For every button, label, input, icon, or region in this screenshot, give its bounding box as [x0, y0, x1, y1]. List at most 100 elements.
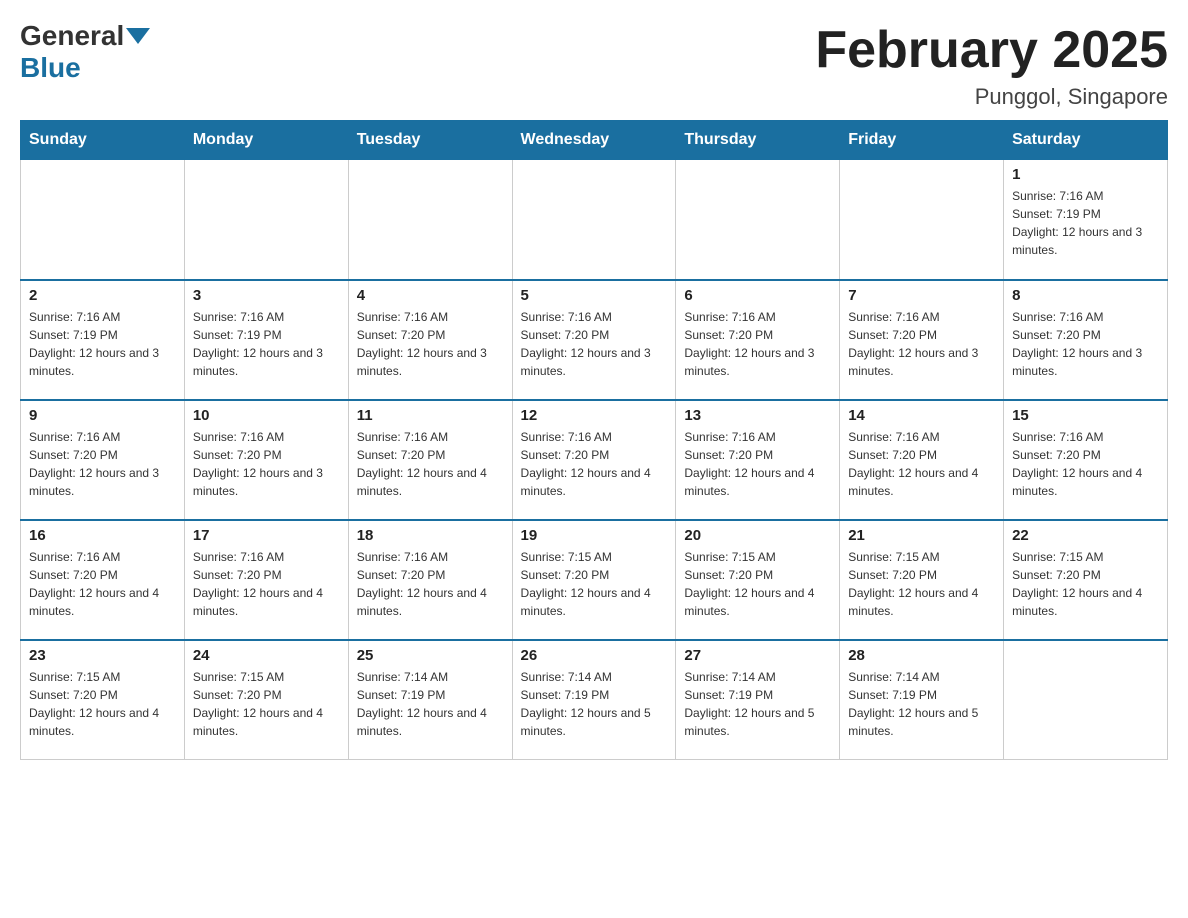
calendar-cell: 9 Sunrise: 7:16 AMSunset: 7:20 PMDaylight…	[21, 400, 185, 520]
calendar-cell: 18 Sunrise: 7:16 AMSunset: 7:20 PMDayligh…	[348, 520, 512, 640]
day-number: 10	[193, 407, 340, 424]
page-header: General Blue February 2025 Punggol, Sing…	[20, 20, 1168, 110]
day-number: 27	[684, 647, 831, 664]
day-info: Sunrise: 7:16 AMSunset: 7:20 PMDaylight:…	[357, 308, 504, 380]
day-info: Sunrise: 7:15 AMSunset: 7:20 PMDaylight:…	[1012, 548, 1159, 620]
calendar-cell: 12 Sunrise: 7:16 AMSunset: 7:20 PMDayligh…	[512, 400, 676, 520]
calendar-cell: 19 Sunrise: 7:15 AMSunset: 7:20 PMDayligh…	[512, 520, 676, 640]
day-info: Sunrise: 7:16 AMSunset: 7:19 PMDaylight:…	[1012, 187, 1159, 259]
calendar-cell: 14Sunrise: 7:16 AMSunset: 7:20 PMDayligh…	[840, 400, 1004, 520]
weekday-header-friday: Friday	[840, 121, 1004, 160]
title-section: February 2025 Punggol, Singapore	[815, 20, 1168, 110]
day-info: Sunrise: 7:16 AMSunset: 7:20 PMDaylight:…	[357, 548, 504, 620]
calendar-cell: 10 Sunrise: 7:16 AMSunset: 7:20 PMDayligh…	[184, 400, 348, 520]
week-row-5: 23 Sunrise: 7:15 AMSunset: 7:20 PMDayligh…	[21, 640, 1168, 760]
calendar-cell: 25 Sunrise: 7:14 AMSunset: 7:19 PMDayligh…	[348, 640, 512, 760]
day-number: 19	[521, 527, 668, 544]
calendar-cell: 28 Sunrise: 7:14 AMSunset: 7:19 PMDayligh…	[840, 640, 1004, 760]
logo: General Blue	[20, 20, 152, 84]
day-number: 24	[193, 647, 340, 664]
day-number: 25	[357, 647, 504, 664]
day-info: Sunrise: 7:15 AMSunset: 7:20 PMDaylight:…	[848, 548, 995, 620]
calendar-cell: 6 Sunrise: 7:16 AMSunset: 7:20 PMDaylight…	[676, 280, 840, 400]
logo-blue-text: Blue	[20, 52, 81, 83]
day-info: Sunrise: 7:16 AMSunset: 7:20 PMDaylight:…	[29, 428, 176, 500]
week-row-2: 2 Sunrise: 7:16 AMSunset: 7:19 PMDaylight…	[21, 280, 1168, 400]
calendar-cell: 26Sunrise: 7:14 AMSunset: 7:19 PMDayligh…	[512, 640, 676, 760]
day-info: Sunrise: 7:16 AMSunset: 7:20 PMDaylight:…	[684, 428, 831, 500]
calendar-cell	[184, 160, 348, 280]
weekday-header-wednesday: Wednesday	[512, 121, 676, 160]
day-number: 21	[848, 527, 995, 544]
day-info: Sunrise: 7:15 AMSunset: 7:20 PMDaylight:…	[684, 548, 831, 620]
day-number: 12	[521, 407, 668, 424]
day-info: Sunrise: 7:16 AMSunset: 7:20 PMDaylight:…	[521, 308, 668, 380]
day-info: Sunrise: 7:15 AMSunset: 7:20 PMDaylight:…	[193, 668, 340, 740]
day-info: Sunrise: 7:14 AMSunset: 7:19 PMDaylight:…	[684, 668, 831, 740]
day-number: 7	[848, 287, 995, 304]
day-info: Sunrise: 7:15 AMSunset: 7:20 PMDaylight:…	[521, 548, 668, 620]
week-row-1: 1 Sunrise: 7:16 AMSunset: 7:19 PMDaylight…	[21, 160, 1168, 280]
calendar-cell: 2 Sunrise: 7:16 AMSunset: 7:19 PMDaylight…	[21, 280, 185, 400]
day-info: Sunrise: 7:16 AMSunset: 7:20 PMDaylight:…	[193, 548, 340, 620]
day-info: Sunrise: 7:14 AMSunset: 7:19 PMDaylight:…	[521, 668, 668, 740]
day-info: Sunrise: 7:16 AMSunset: 7:20 PMDaylight:…	[193, 428, 340, 500]
day-info: Sunrise: 7:16 AMSunset: 7:19 PMDaylight:…	[29, 308, 176, 380]
week-row-4: 16 Sunrise: 7:16 AMSunset: 7:20 PMDayligh…	[21, 520, 1168, 640]
calendar-cell	[1004, 640, 1168, 760]
day-number: 9	[29, 407, 176, 424]
location: Punggol, Singapore	[815, 84, 1168, 110]
day-number: 5	[521, 287, 668, 304]
day-info: Sunrise: 7:14 AMSunset: 7:19 PMDaylight:…	[848, 668, 995, 740]
calendar-cell: 21 Sunrise: 7:15 AMSunset: 7:20 PMDayligh…	[840, 520, 1004, 640]
day-info: Sunrise: 7:16 AMSunset: 7:20 PMDaylight:…	[29, 548, 176, 620]
day-number: 28	[848, 647, 995, 664]
calendar-cell: 20Sunrise: 7:15 AMSunset: 7:20 PMDayligh…	[676, 520, 840, 640]
logo-general-text: General	[20, 20, 124, 52]
day-number: 18	[357, 527, 504, 544]
calendar-cell: 13Sunrise: 7:16 AMSunset: 7:20 PMDayligh…	[676, 400, 840, 520]
calendar-cell: 16 Sunrise: 7:16 AMSunset: 7:20 PMDayligh…	[21, 520, 185, 640]
day-number: 15	[1012, 407, 1159, 424]
day-number: 22	[1012, 527, 1159, 544]
day-number: 4	[357, 287, 504, 304]
day-info: Sunrise: 7:16 AMSunset: 7:20 PMDaylight:…	[1012, 428, 1159, 500]
day-info: Sunrise: 7:15 AMSunset: 7:20 PMDaylight:…	[29, 668, 176, 740]
calendar-cell	[512, 160, 676, 280]
calendar-cell	[676, 160, 840, 280]
weekday-header-saturday: Saturday	[1004, 121, 1168, 160]
day-info: Sunrise: 7:14 AMSunset: 7:19 PMDaylight:…	[357, 668, 504, 740]
day-info: Sunrise: 7:16 AMSunset: 7:20 PMDaylight:…	[684, 308, 831, 380]
month-title: February 2025	[815, 20, 1168, 80]
day-info: Sunrise: 7:16 AMSunset: 7:20 PMDaylight:…	[848, 428, 995, 500]
weekday-header-monday: Monday	[184, 121, 348, 160]
day-number: 16	[29, 527, 176, 544]
day-number: 17	[193, 527, 340, 544]
day-info: Sunrise: 7:16 AMSunset: 7:19 PMDaylight:…	[193, 308, 340, 380]
day-number: 2	[29, 287, 176, 304]
calendar-cell: 17 Sunrise: 7:16 AMSunset: 7:20 PMDayligh…	[184, 520, 348, 640]
calendar-cell: 23 Sunrise: 7:15 AMSunset: 7:20 PMDayligh…	[21, 640, 185, 760]
day-info: Sunrise: 7:16 AMSunset: 7:20 PMDaylight:…	[848, 308, 995, 380]
calendar-cell	[348, 160, 512, 280]
weekday-header-row: SundayMondayTuesdayWednesdayThursdayFrid…	[21, 121, 1168, 160]
day-number: 1	[1012, 166, 1159, 183]
calendar-cell	[21, 160, 185, 280]
weekday-header-tuesday: Tuesday	[348, 121, 512, 160]
day-number: 3	[193, 287, 340, 304]
weekday-header-sunday: Sunday	[21, 121, 185, 160]
day-number: 23	[29, 647, 176, 664]
calendar-cell: 3 Sunrise: 7:16 AMSunset: 7:19 PMDaylight…	[184, 280, 348, 400]
calendar-cell: 1 Sunrise: 7:16 AMSunset: 7:19 PMDaylight…	[1004, 160, 1168, 280]
calendar-cell: 22 Sunrise: 7:15 AMSunset: 7:20 PMDayligh…	[1004, 520, 1168, 640]
weekday-header-thursday: Thursday	[676, 121, 840, 160]
day-number: 6	[684, 287, 831, 304]
calendar-cell: 15 Sunrise: 7:16 AMSunset: 7:20 PMDayligh…	[1004, 400, 1168, 520]
calendar-cell: 8Sunrise: 7:16 AMSunset: 7:20 PMDaylight…	[1004, 280, 1168, 400]
calendar-cell: 4 Sunrise: 7:16 AMSunset: 7:20 PMDaylight…	[348, 280, 512, 400]
day-info: Sunrise: 7:16 AMSunset: 7:20 PMDaylight:…	[521, 428, 668, 500]
week-row-3: 9 Sunrise: 7:16 AMSunset: 7:20 PMDaylight…	[21, 400, 1168, 520]
calendar-cell: 24 Sunrise: 7:15 AMSunset: 7:20 PMDayligh…	[184, 640, 348, 760]
calendar-cell	[840, 160, 1004, 280]
calendar-cell: 5 Sunrise: 7:16 AMSunset: 7:20 PMDaylight…	[512, 280, 676, 400]
